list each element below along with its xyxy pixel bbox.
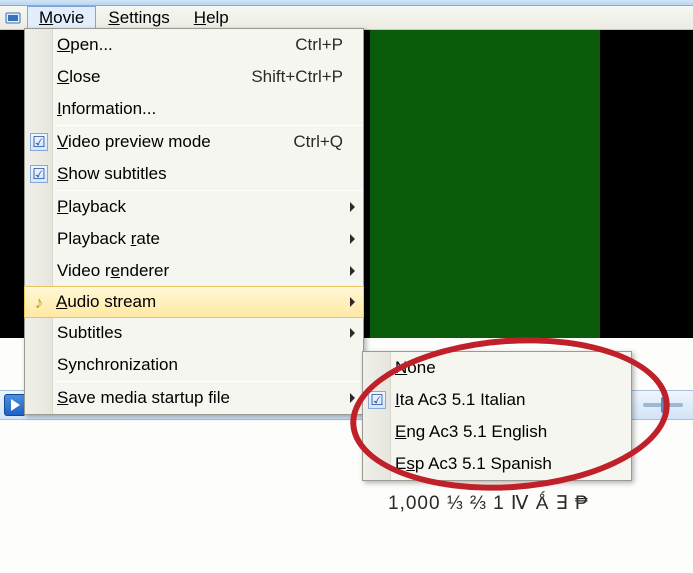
submenu-arrow-icon (350, 266, 355, 276)
menu-item-synchronization[interactable]: Synchronization (25, 349, 363, 381)
submenu-arrow-icon (350, 328, 355, 338)
music-icon: ♪ (30, 294, 48, 312)
menu-item-label: Eng Ac3 5.1 English (395, 422, 611, 442)
menu-item-label: Playback rate (57, 229, 343, 249)
menu-item-open[interactable]: Open... Ctrl+P (25, 29, 363, 61)
menu-movie[interactable]: Movie (27, 6, 96, 30)
sample-text-row: 1,000 ⅓ ⅔ 1 Ⅳ Ǻ ∃ ₱ (388, 492, 589, 515)
submenu-item-italian[interactable]: ☑ Ita Ac3 5.1 Italian (363, 384, 631, 416)
menu-item-shortcut: Ctrl+Q (293, 132, 343, 152)
menu-help[interactable]: Help (182, 6, 241, 30)
audio-stream-submenu: None ☑ Ita Ac3 5.1 Italian Eng Ac3 5.1 E… (362, 351, 632, 481)
movie-menu-dropdown: Open... Ctrl+P Close Shift+Ctrl+P Inform… (24, 28, 364, 415)
submenu-item-spanish[interactable]: Esp Ac3 5.1 Spanish (363, 448, 631, 480)
video-preview (370, 30, 600, 338)
submenu-item-none[interactable]: None (363, 352, 631, 384)
menu-help-label: Help (194, 8, 229, 27)
menubar: Movie Settings Help (0, 6, 693, 30)
menu-item-playback-rate[interactable]: Playback rate (25, 223, 363, 255)
menu-item-label: Esp Ac3 5.1 Spanish (395, 454, 611, 474)
menu-item-label: Save media startup file (57, 388, 343, 408)
menu-item-video-preview-mode[interactable]: ☑ Video preview mode Ctrl+Q (25, 126, 363, 158)
menu-item-close[interactable]: Close Shift+Ctrl+P (25, 61, 363, 93)
menu-item-label: Ita Ac3 5.1 Italian (395, 390, 611, 410)
menu-item-shortcut: Ctrl+P (295, 35, 343, 55)
menu-settings[interactable]: Settings (96, 6, 181, 30)
submenu-arrow-icon (350, 202, 355, 212)
menu-item-label: None (395, 358, 611, 378)
menu-item-label: Information... (57, 99, 343, 119)
check-icon: ☑ (368, 391, 386, 409)
menu-item-video-renderer[interactable]: Video renderer (25, 255, 363, 287)
app-icon (5, 10, 21, 26)
submenu-arrow-icon (350, 297, 355, 307)
menu-item-show-subtitles[interactable]: ☑ Show subtitles (25, 158, 363, 190)
submenu-arrow-icon (350, 393, 355, 403)
seek-slider-thumb[interactable] (661, 397, 665, 413)
check-icon: ☑ (30, 165, 48, 183)
submenu-arrow-icon (350, 234, 355, 244)
menu-item-label: Video preview mode (57, 132, 283, 152)
menu-item-label: Video renderer (57, 261, 343, 281)
menu-item-label: Show subtitles (57, 164, 343, 184)
menu-item-label: Audio stream (56, 292, 343, 312)
menu-item-label: Playback (57, 197, 343, 217)
menu-item-label: Subtitles (57, 323, 343, 343)
menu-item-shortcut: Shift+Ctrl+P (251, 67, 343, 87)
menu-item-save-media-startup-file[interactable]: Save media startup file (25, 382, 363, 414)
menu-item-subtitles[interactable]: Subtitles (25, 317, 363, 349)
menu-settings-label: Settings (108, 8, 169, 27)
check-icon: ☑ (30, 133, 48, 151)
menu-item-audio-stream[interactable]: ♪ Audio stream (24, 286, 364, 318)
play-button[interactable] (4, 394, 26, 416)
menu-item-label: Synchronization (57, 355, 343, 375)
menu-item-information[interactable]: Information... (25, 93, 363, 125)
menu-item-playback[interactable]: Playback (25, 191, 363, 223)
menu-movie-label: Movie (39, 8, 84, 27)
submenu-item-english[interactable]: Eng Ac3 5.1 English (363, 416, 631, 448)
menu-item-label: Open... (57, 35, 285, 55)
menu-item-label: Close (57, 67, 241, 87)
